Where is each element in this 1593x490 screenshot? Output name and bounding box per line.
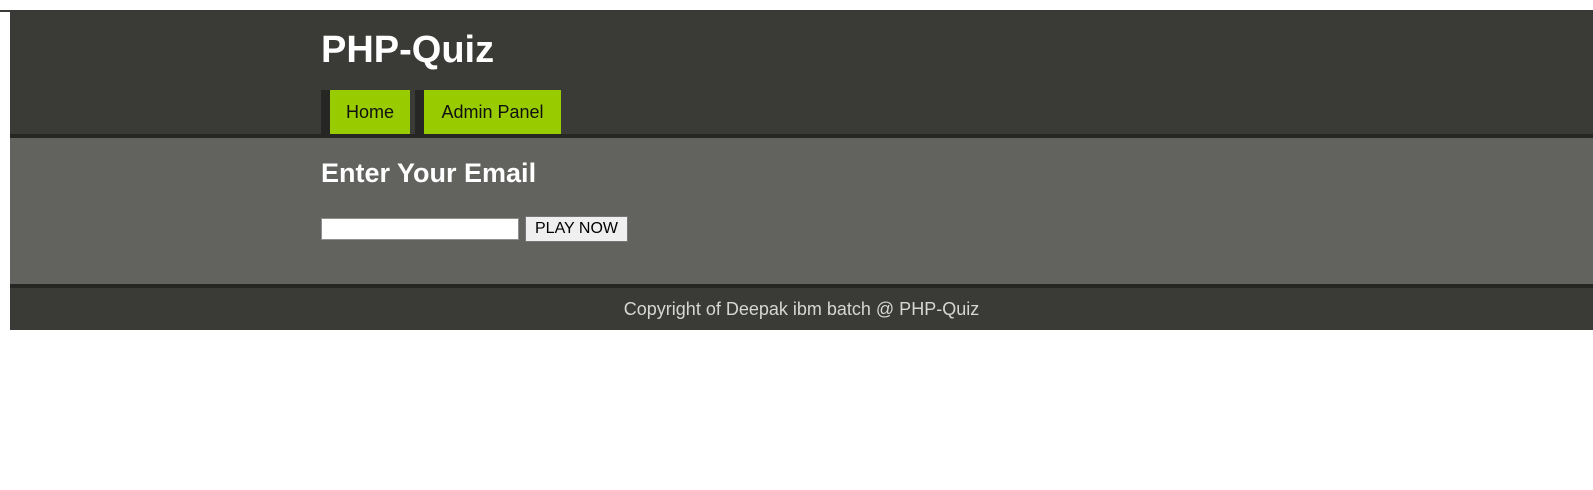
page-container: PHP-Quiz Home Admin Panel Enter Your Ema… (10, 12, 1593, 330)
main-nav: Home Admin Panel (321, 90, 561, 134)
site-header: PHP-Quiz Home Admin Panel (10, 12, 1593, 134)
email-heading: Enter Your Email (321, 158, 537, 188)
nav-item-admin-panel[interactable]: Admin Panel (424, 90, 561, 134)
nav-item-home[interactable]: Home (330, 90, 410, 134)
main-content: Enter Your Email PLAY NOW (10, 138, 1593, 284)
email-input[interactable] (321, 218, 519, 240)
copyright-text: Copyright of Deepak ibm batch @ PHP-Quiz (623, 298, 980, 319)
site-footer: Copyright of Deepak ibm batch @ PHP-Quiz (10, 288, 1593, 330)
site-title: PHP-Quiz (321, 29, 495, 71)
play-now-button[interactable]: PLAY NOW (525, 216, 628, 242)
nav-separator (415, 90, 424, 134)
nav-separator (321, 90, 330, 134)
email-form: PLAY NOW (321, 216, 628, 242)
